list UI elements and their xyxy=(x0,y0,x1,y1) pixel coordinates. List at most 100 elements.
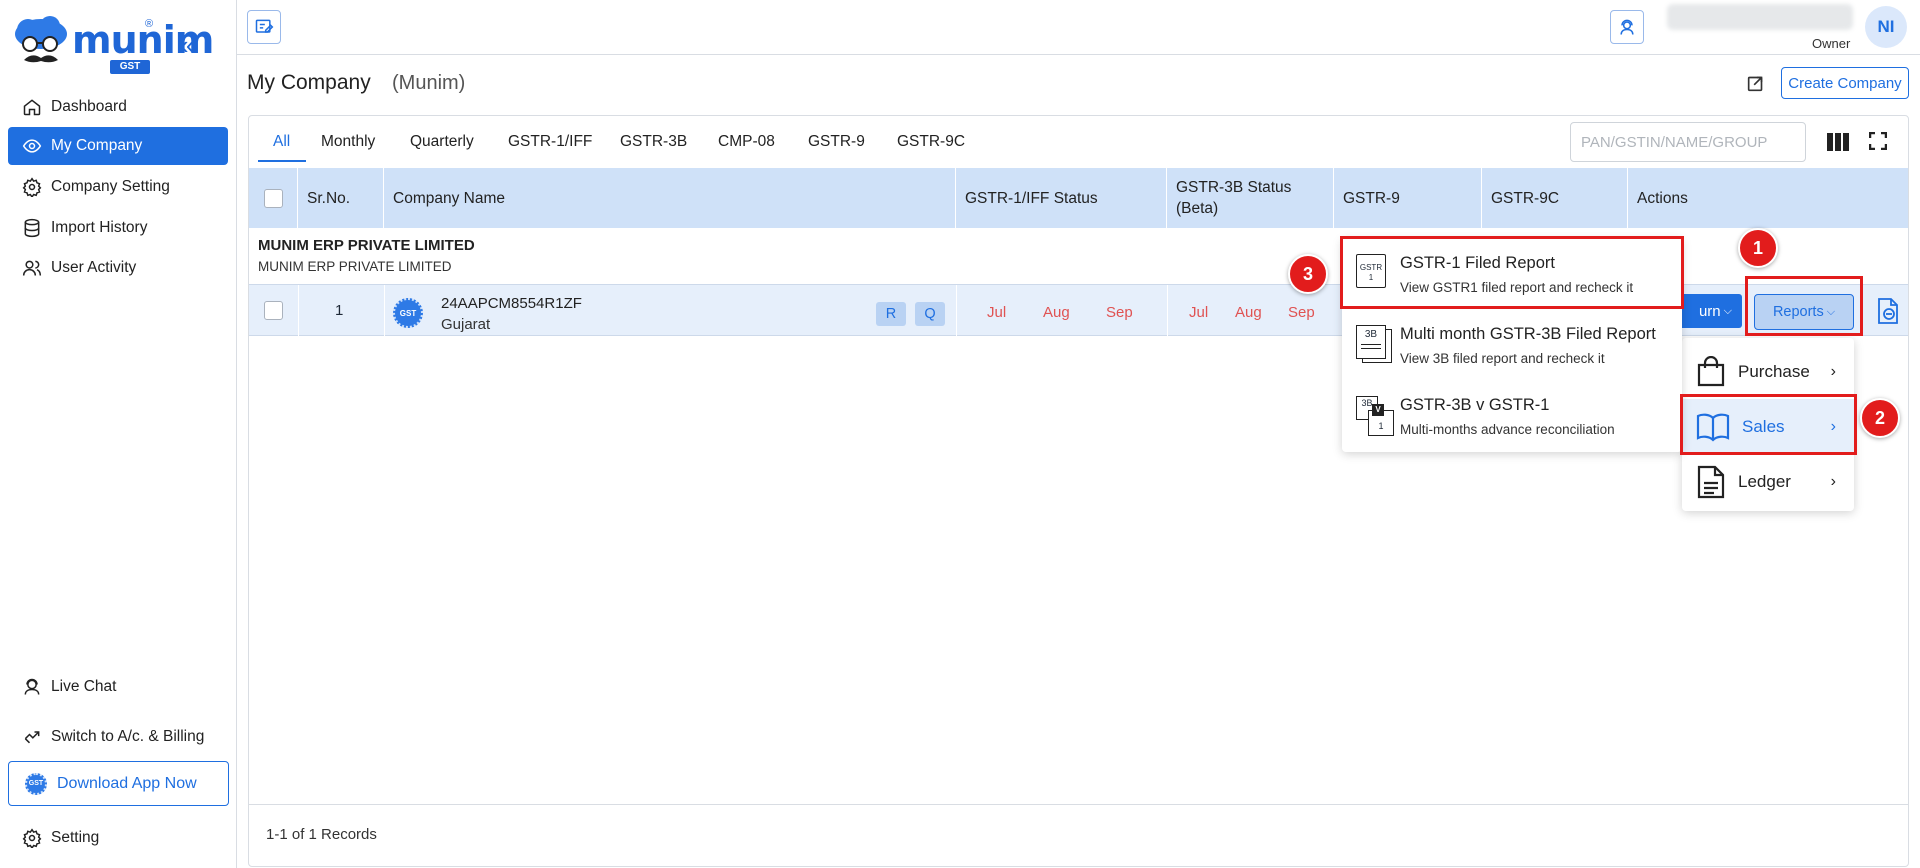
switch-billing-link[interactable]: Switch to A/c. & Billing xyxy=(8,718,228,756)
edit-note-icon xyxy=(255,19,274,33)
gstr1-month-sep[interactable]: Sep xyxy=(1106,304,1133,321)
3b-v-1-icon-text: 3B xyxy=(1361,398,1373,408)
gst-logo-icon: GST xyxy=(393,298,423,328)
3b-stack-icon: 3B xyxy=(1356,325,1392,363)
submenu-sales[interactable]: Sales › xyxy=(1682,399,1854,455)
cell-divider xyxy=(956,285,957,337)
setting-label: Setting xyxy=(51,829,100,846)
tab-quarterly[interactable]: Quarterly xyxy=(410,133,474,151)
fullscreen-icon[interactable] xyxy=(1869,132,1887,150)
document-search-icon[interactable] xyxy=(1876,297,1902,325)
col-company-name[interactable]: Company Name xyxy=(384,168,956,228)
gear-icon xyxy=(22,828,42,848)
support-agent-icon xyxy=(1620,19,1634,35)
search-input[interactable] xyxy=(1570,122,1806,162)
support-button[interactable] xyxy=(1610,10,1644,44)
col-gstr9[interactable]: GSTR-9 xyxy=(1334,168,1482,228)
menu-item-title: Multi month GSTR-3B Filed Report xyxy=(1400,325,1656,343)
page-title: My Company xyxy=(247,71,371,94)
col-gstr1-status[interactable]: GSTR-1/IFF Status xyxy=(956,168,1167,228)
gstr1-month-aug[interactable]: Aug xyxy=(1043,304,1070,321)
col-sr-no[interactable]: Sr.No. xyxy=(298,168,384,228)
3b-v-1-icon-text: V xyxy=(1375,405,1381,414)
sidebar: munim ® GST « Dashboard My Company Compa… xyxy=(0,0,237,868)
chevron-down-icon: ⌵ xyxy=(1723,304,1732,317)
reports-label: Reports xyxy=(1772,304,1824,320)
table-footer-divider xyxy=(249,804,1908,805)
group-name: MUNIM ERP PRIVATE LIMITED xyxy=(258,237,475,254)
col-gstr9c[interactable]: GSTR-9C xyxy=(1482,168,1628,228)
gst-app-icon: GST xyxy=(25,772,47,795)
menu-gstr3b-v-gstr1[interactable]: 3B 1 V GSTR-3B v GSTR-1 Multi-months adv… xyxy=(1342,380,1682,450)
collapse-sidebar-icon[interactable]: « xyxy=(180,32,194,58)
row-checkbox[interactable] xyxy=(264,301,283,320)
brand-reg: ® xyxy=(145,18,154,30)
col-gstr3b-status[interactable]: GSTR-3B Status (Beta) xyxy=(1167,168,1334,228)
chevron-right-icon: › xyxy=(1830,473,1836,490)
gstr1-month-jul[interactable]: Jul xyxy=(987,304,1006,321)
cloud-mascot-icon xyxy=(15,16,67,63)
gstr1-icon-text: GSTR 1 xyxy=(1359,263,1383,282)
chevron-right-icon: › xyxy=(1830,363,1836,380)
return-tag-r[interactable]: R xyxy=(876,302,906,326)
download-app-button[interactable]: GST Download App Now xyxy=(8,761,229,806)
col-actions: Actions xyxy=(1637,189,1688,207)
open-book-icon xyxy=(1696,413,1730,442)
gstr3b-month-aug[interactable]: Aug xyxy=(1235,304,1262,321)
user-role: Owner xyxy=(1812,36,1851,51)
menu-item-desc: View GSTR1 filed report and recheck it xyxy=(1400,280,1634,295)
create-company-button[interactable]: Create Company xyxy=(1781,67,1909,99)
tab-gstr9[interactable]: GSTR-9 xyxy=(808,133,865,151)
cell-divider xyxy=(1167,285,1168,337)
setting-link[interactable]: Setting xyxy=(8,819,228,857)
gear-icon xyxy=(22,177,42,197)
company-table-card: All Monthly Quarterly GSTR-1/IFF GSTR-3B… xyxy=(248,115,1909,867)
live-chat-label: Live Chat xyxy=(51,678,117,695)
home-icon xyxy=(23,99,41,116)
sidebar-item-user-activity[interactable]: User Activity xyxy=(8,249,228,287)
tab-gstr1-iff[interactable]: GSTR-1/IFF xyxy=(508,133,592,151)
submenu-ledger[interactable]: Ledger › xyxy=(1682,454,1854,510)
tab-gstr9c[interactable]: GSTR-9C xyxy=(897,133,965,151)
return-tag-q[interactable]: Q xyxy=(915,302,945,326)
step-badge-1: 1 xyxy=(1738,228,1778,268)
3b-v-1-icon-text: 1 xyxy=(1378,421,1384,431)
gstr3b-month-jul[interactable]: Jul xyxy=(1189,304,1208,321)
tab-active-indicator xyxy=(258,160,306,162)
gst-logo-badge: GST xyxy=(393,298,423,328)
menu-gstr1-filed-report[interactable]: GSTR 1 GSTR-1 Filed Report View GSTR1 fi… xyxy=(1342,238,1682,308)
menu-item-title: GSTR-3B v GSTR-1 xyxy=(1400,396,1550,414)
document-icon xyxy=(1697,465,1725,499)
live-chat-link[interactable]: Live Chat xyxy=(8,668,228,706)
tab-all[interactable]: All xyxy=(273,133,290,151)
submenu-purchase[interactable]: Purchase › xyxy=(1682,344,1854,400)
reports-button[interactable]: Reports ⌵ xyxy=(1754,294,1854,330)
sidebar-item-dashboard[interactable]: Dashboard xyxy=(8,88,228,126)
row-gstin[interactable]: 24AAPCM8554R1ZF xyxy=(441,295,582,312)
records-count: 1-1 of 1 Records xyxy=(266,826,377,843)
gstr-reports-menu: GSTR 1 GSTR-1 Filed Report View GSTR1 fi… xyxy=(1342,238,1682,452)
sidebar-item-my-company[interactable]: My Company xyxy=(8,127,228,165)
menu-multi-month-gstr3b[interactable]: 3B Multi month GSTR-3B Filed Report View… xyxy=(1342,309,1682,379)
sidebar-item-company-setting[interactable]: Company Setting xyxy=(8,168,228,206)
import-export-icon[interactable] xyxy=(1745,72,1767,94)
file-return-button[interactable]: urn ⌵ xyxy=(1672,294,1742,328)
tab-cmp08[interactable]: CMP-08 xyxy=(718,133,775,151)
munim-logo[interactable]: munim ® GST xyxy=(12,16,214,74)
support-agent-icon xyxy=(24,678,40,695)
file-return-label: urn xyxy=(1698,302,1721,320)
sidebar-item-import-history[interactable]: Import History xyxy=(8,209,228,247)
switch-arrows-icon xyxy=(24,731,40,744)
chevron-down-icon: ⌵ xyxy=(1826,305,1836,318)
reports-submenu: Purchase › Sales › Ledger › xyxy=(1682,338,1854,511)
tab-monthly[interactable]: Monthly xyxy=(321,133,375,151)
tab-gstr3b[interactable]: GSTR-3B xyxy=(620,133,687,151)
submenu-label: Sales xyxy=(1742,417,1785,436)
gstr3b-month-sep[interactable]: Sep xyxy=(1288,304,1315,321)
cell-divider xyxy=(384,285,385,337)
notes-button[interactable] xyxy=(247,10,281,44)
avatar[interactable]: NI xyxy=(1865,6,1907,48)
step-badge-2: 2 xyxy=(1860,398,1900,438)
columns-icon[interactable] xyxy=(1827,133,1849,151)
select-all-checkbox[interactable] xyxy=(263,188,283,208)
